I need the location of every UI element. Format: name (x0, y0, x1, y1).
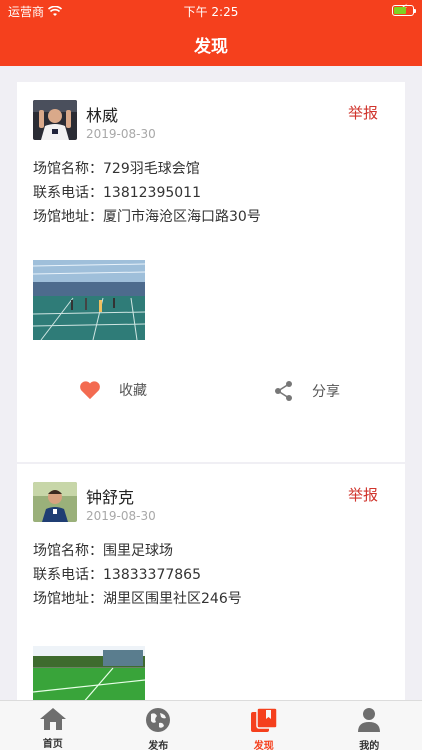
discover-icon (250, 707, 278, 732)
tab-label: 我的 (359, 741, 380, 750)
status-time: 下午 2:25 (183, 5, 239, 19)
home-icon (39, 708, 66, 730)
venue-name-row: 场馆名称：729羽毛球会馆 (33, 158, 200, 178)
venue-name-row: 场馆名称：围里足球场 (33, 540, 173, 560)
page-title: 发现 (194, 36, 228, 57)
share-button[interactable]: 分享 (274, 380, 340, 402)
phone-label: 联系电话： (33, 567, 103, 583)
address-label: 场馆地址： (33, 209, 103, 225)
phone-label: 联系电话： (33, 185, 103, 201)
nav-bar: 发现 (0, 22, 422, 66)
tab-home[interactable]: 首页 (0, 701, 106, 750)
share-label: 分享 (312, 384, 340, 400)
post-date: 2019-08-30 (86, 127, 156, 141)
address-label: 场馆地址： (33, 591, 103, 607)
address-value: 厦门市海沧区海口路30号 (103, 209, 261, 225)
tab-publish[interactable]: 发布 (106, 701, 212, 750)
share-icon (275, 381, 292, 401)
favorite-label: 收藏 (119, 383, 147, 399)
globe-icon (146, 708, 171, 732)
address-value: 湖里区围里社区246号 (103, 591, 242, 607)
venue-post-card[interactable]: 钟舒克 2019-08-30 举报 场馆名称：围里足球场 联系电话：138333… (17, 464, 405, 700)
tab-mine[interactable]: 我的 (317, 701, 422, 750)
favorite-button[interactable]: 收藏 (79, 380, 147, 400)
status-bar: 运营商 下午 2:25 ⚡ (0, 0, 422, 22)
phone-row: 联系电话：13833377865 (33, 564, 201, 584)
venue-name-value: 729羽毛球会馆 (103, 161, 200, 177)
tab-label: 发现 (253, 741, 274, 750)
address-row: 场馆地址：湖里区围里社区246号 (33, 588, 242, 608)
venue-photo[interactable] (33, 646, 145, 700)
address-row: 场馆地址：厦门市海沧区海口路30号 (33, 206, 261, 226)
report-button[interactable]: 举报 (348, 102, 378, 123)
tab-bar: 首页 发布 发现 我的 (0, 700, 422, 750)
phone-value[interactable]: 13833377865 (103, 567, 201, 583)
avatar[interactable] (33, 482, 77, 522)
venue-name-label: 场馆名称： (33, 543, 103, 559)
tab-label: 首页 (42, 739, 63, 750)
heart-icon (80, 381, 100, 400)
discover-feed[interactable]: 林威 2019-08-30 举报 场馆名称：729羽毛球会馆 联系电话：1381… (0, 66, 422, 700)
phone-row: 联系电话：13812395011 (33, 182, 201, 202)
phone-value[interactable]: 13812395011 (103, 185, 201, 201)
post-date: 2019-08-30 (86, 509, 156, 523)
venue-name-label: 场馆名称： (33, 161, 103, 177)
tab-label: 发布 (148, 741, 169, 750)
user-name: 林威 (86, 106, 119, 125)
venue-post-card[interactable]: 林威 2019-08-30 举报 场馆名称：729羽毛球会馆 联系电话：1381… (17, 82, 405, 462)
report-button[interactable]: 举报 (348, 484, 378, 505)
person-icon (358, 708, 381, 732)
user-name: 钟舒克 (86, 488, 135, 507)
tab-discover[interactable]: 发现 (211, 701, 317, 750)
battery-icon (392, 5, 416, 16)
venue-photo[interactable] (33, 260, 145, 340)
avatar[interactable] (33, 100, 77, 140)
venue-name-value: 围里足球场 (103, 543, 173, 559)
